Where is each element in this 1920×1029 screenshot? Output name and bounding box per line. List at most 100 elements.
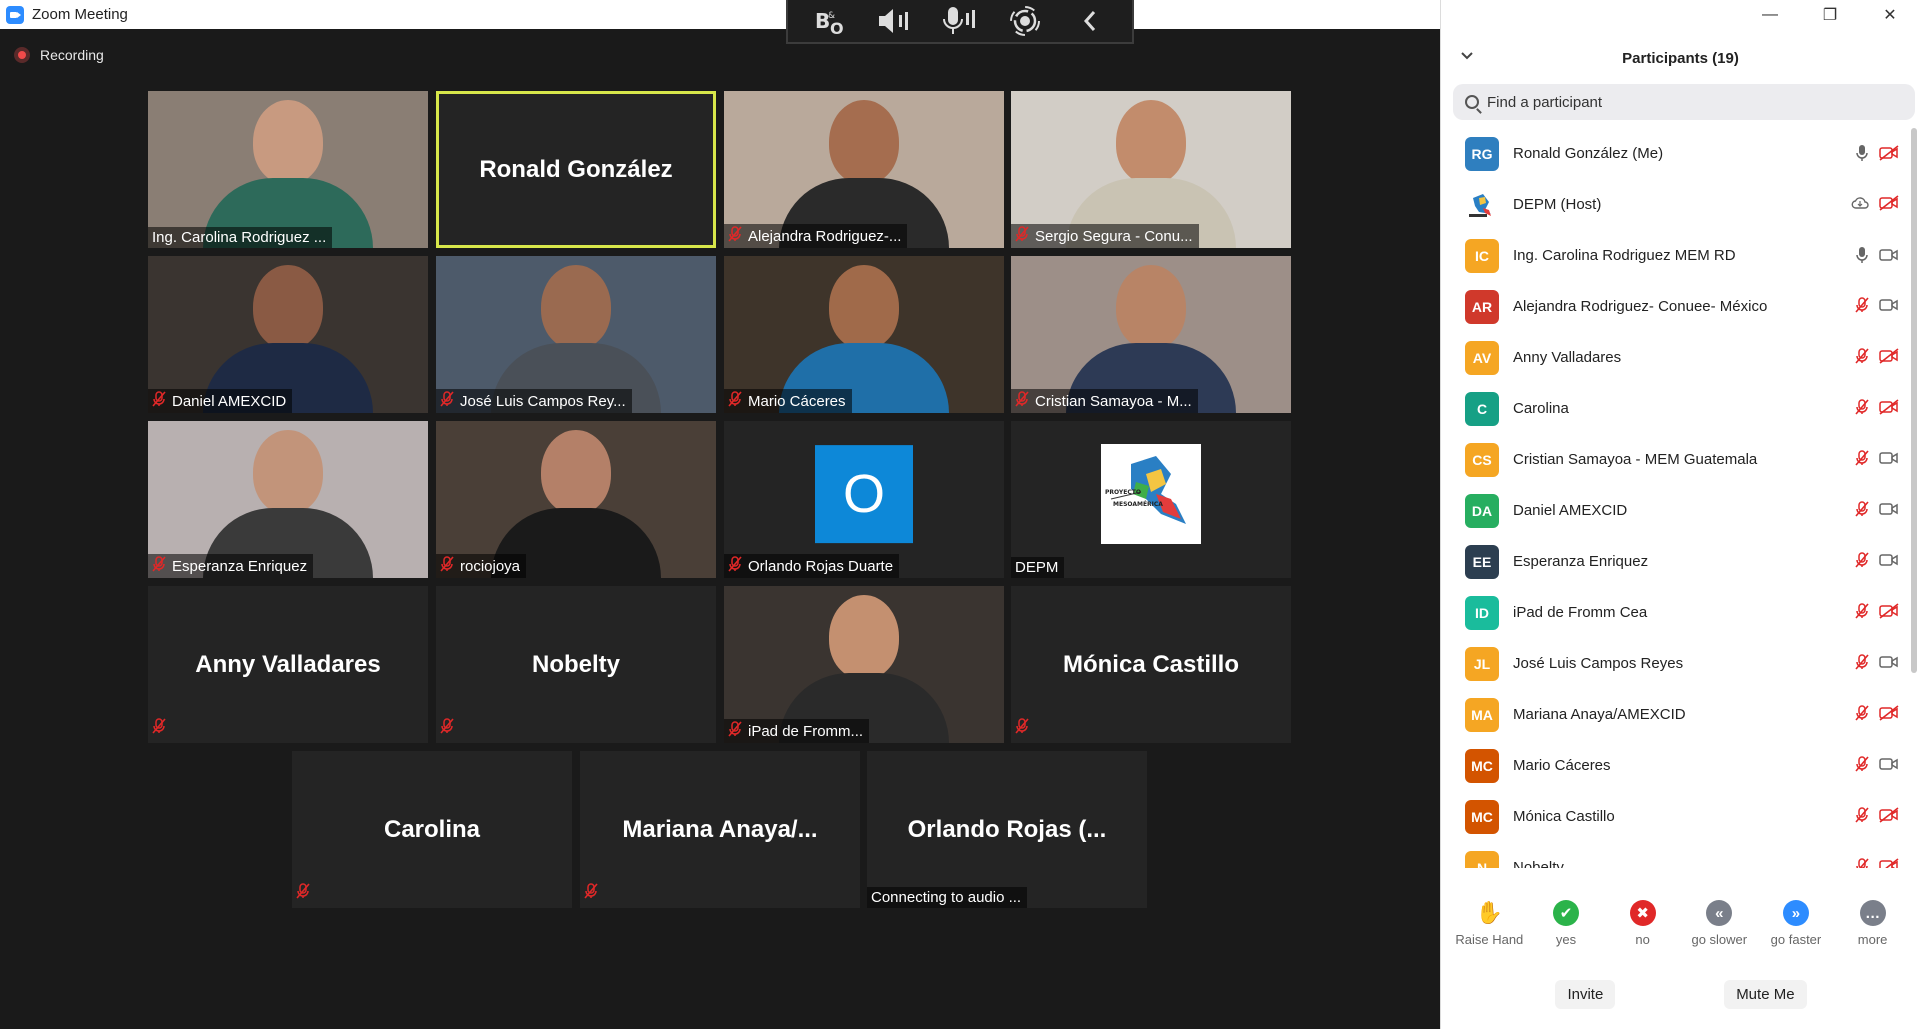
video-tile[interactable]: Daniel AMEXCID	[148, 256, 428, 413]
participant-row[interactable]: EE Esperanza Enriquez	[1441, 536, 1909, 587]
video-tile[interactable]: Sergio Segura - Conu...	[1011, 91, 1291, 248]
participant-row[interactable]: JL José Luis Campos Reyes	[1441, 638, 1909, 689]
window-title: Zoom Meeting	[32, 6, 128, 23]
participant-name: Alejandra Rodriguez-...	[748, 227, 902, 245]
mic-muted-icon	[1015, 718, 1029, 739]
participant-name: DEPM	[1015, 559, 1059, 576]
reaction-go-slower-button[interactable]: « go slower	[1683, 900, 1755, 960]
participant-name: Orlando Rojas Duarte	[748, 557, 894, 575]
mic-muted-icon	[1015, 391, 1029, 411]
participant-name: Daniel AMEXCID	[172, 392, 287, 410]
participant-name-large: Mariana Anaya/...	[622, 815, 818, 843]
video-tile[interactable]: Mónica Castillo	[1011, 586, 1291, 743]
video-tile[interactable]: Esperanza Enriquez	[148, 421, 428, 578]
camera-off-icon	[1879, 603, 1899, 619]
mic-muted-icon	[1855, 450, 1869, 466]
participant-name: Mariana Anaya/AMEXCID	[1513, 706, 1686, 723]
fast-forward-icon: »	[1782, 900, 1809, 926]
reaction-raise-hand-button[interactable]: ✋ Raise Hand	[1453, 900, 1525, 960]
video-tile[interactable]: Ing. Carolina Rodriguez ...	[148, 91, 428, 248]
video-tile[interactable]: Nobelty	[436, 586, 716, 743]
video-tile[interactable]: iPad de Fromm...	[724, 586, 1004, 743]
raise-hand-icon: ✋	[1475, 900, 1504, 925]
participant-name: Mario Cáceres	[748, 392, 846, 410]
broadcast-icon[interactable]	[1001, 3, 1049, 39]
participant-row[interactable]: N Nobelty	[1441, 842, 1909, 868]
reaction-yes-button[interactable]: ✔ yes	[1530, 900, 1602, 960]
search-input[interactable]	[1487, 93, 1887, 111]
svg-text:PROYECTO: PROYECTO	[1105, 489, 1141, 496]
video-tile[interactable]: Orlando Rojas (... Connecting to audio ..…	[867, 751, 1147, 908]
recording-indicator[interactable]: Recording	[14, 47, 104, 63]
participant-status-icons	[1855, 450, 1899, 466]
participant-name: Daniel AMEXCID	[1513, 502, 1628, 519]
participant-name-large: Nobelty	[531, 650, 620, 678]
video-tile[interactable]: rociojoya	[436, 421, 716, 578]
reaction-go-faster-button[interactable]: » go faster	[1760, 900, 1832, 960]
participant-avatar: CS	[1465, 442, 1499, 477]
camera-icon	[1879, 655, 1899, 669]
video-tile[interactable]: PROYECTO MESOAMÉRICA DEPM	[1011, 421, 1291, 578]
participant-row[interactable]: DEPM (Host)	[1441, 179, 1909, 230]
chevron-down-icon[interactable]	[1461, 48, 1473, 64]
close-icon[interactable]: ✕	[1860, 0, 1920, 29]
invite-button[interactable]: Invite	[1555, 980, 1616, 1009]
mute-me-button[interactable]: Mute Me	[1724, 980, 1807, 1009]
video-tile[interactable]: O Orlando Rojas Duarte	[724, 421, 1004, 578]
collapse-toolbar-icon[interactable]	[1066, 3, 1114, 39]
reaction-label: more	[1857, 932, 1888, 947]
participant-name: Ing. Carolina Rodriguez MEM RD	[1513, 247, 1736, 264]
participant-avatar: MC	[1465, 748, 1499, 783]
participant-row[interactable]: IC Ing. Carolina Rodriguez MEM RD	[1441, 230, 1909, 281]
participant-name: Ronald González (Me)	[1513, 145, 1664, 162]
participant-name-large: Carolina	[383, 815, 481, 843]
bo-logo-icon[interactable]: B O &	[806, 3, 854, 39]
speaker-volume-icon[interactable]	[871, 3, 919, 39]
reaction-label: go slower	[1691, 932, 1748, 947]
mic-muted-icon	[152, 391, 166, 411]
video-tile[interactable]: Mario Cáceres	[724, 256, 1004, 413]
check-icon: ✔	[1552, 900, 1579, 926]
zoom-logo-icon	[6, 5, 24, 24]
participant-row[interactable]: MA Mariana Anaya/AMEXCID	[1441, 689, 1909, 740]
reaction-more-button[interactable]: … more	[1837, 900, 1909, 960]
search-icon	[1465, 95, 1479, 109]
video-tile[interactable]: Ronald González	[436, 91, 716, 248]
mic-muted-icon	[440, 391, 454, 411]
participant-search[interactable]	[1453, 84, 1915, 120]
participant-name: rociojoya	[460, 557, 521, 575]
participant-row[interactable]: AR Alejandra Rodriguez- Conuee- México	[1441, 281, 1909, 332]
restore-icon[interactable]: ❐	[1800, 0, 1860, 29]
window-controls: — ❐ ✕	[1740, 0, 1920, 29]
participant-row[interactable]: CS Cristian Samayoa - MEM Guatemala	[1441, 434, 1909, 485]
video-tile[interactable]: Mariana Anaya/...	[580, 751, 860, 908]
mic-muted-icon	[1855, 705, 1869, 721]
participant-row[interactable]: MC Mónica Castillo	[1441, 791, 1909, 842]
reaction-no-button[interactable]: ✖ no	[1607, 900, 1679, 960]
microphone-level-icon[interactable]	[936, 3, 984, 39]
minimize-icon[interactable]: —	[1740, 0, 1800, 29]
participant-row[interactable]: C Carolina	[1441, 383, 1909, 434]
video-tile[interactable]: Carolina	[292, 751, 572, 908]
mic-muted-icon	[728, 721, 742, 741]
reaction-label: Raise Hand	[1455, 932, 1524, 947]
participant-avatar: C	[1465, 391, 1499, 426]
video-tile[interactable]: Cristian Samayoa - M...	[1011, 256, 1291, 413]
participant-name: Anny Valladares	[1513, 349, 1622, 366]
list-scrollbar[interactable]	[1911, 128, 1917, 673]
mic-muted-icon	[296, 883, 310, 904]
participant-row[interactable]: ID iPad de Fromm Cea	[1441, 587, 1909, 638]
video-tile[interactable]: José Luis Campos Rey...	[436, 256, 716, 413]
camera-icon	[1879, 757, 1899, 771]
participant-avatar: MC	[1465, 799, 1499, 834]
panel-title: Participants (19)	[1622, 49, 1739, 67]
participant-row[interactable]: RG Ronald González (Me)	[1441, 128, 1909, 179]
video-tile[interactable]: Anny Valladares	[148, 586, 428, 743]
participant-row[interactable]: MC Mario Cáceres	[1441, 740, 1909, 791]
tile-name-label: Alejandra Rodriguez-...	[724, 224, 908, 248]
participant-name: José Luis Campos Reyes	[1513, 655, 1684, 672]
camera-icon	[1879, 298, 1899, 312]
participant-row[interactable]: DA Daniel AMEXCID	[1441, 485, 1909, 536]
participant-row[interactable]: AV Anny Valladares	[1441, 332, 1909, 383]
video-tile[interactable]: Alejandra Rodriguez-...	[724, 91, 1004, 248]
